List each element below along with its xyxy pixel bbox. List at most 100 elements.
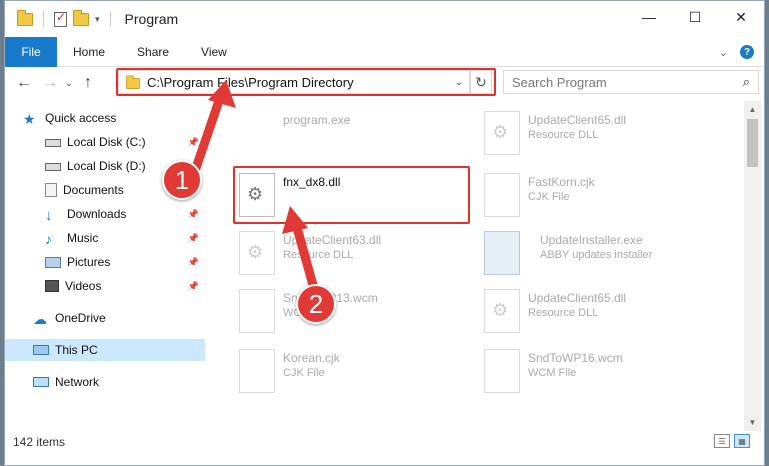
highlight-file-box <box>233 166 470 224</box>
toolbar-separator <box>109 11 111 27</box>
sidebar-item-label: Quick access <box>45 111 117 125</box>
file-item-fastkorn-cjk[interactable]: FastKorn.cjk CJK File <box>484 169 724 223</box>
documents-icon <box>45 183 57 197</box>
file-item-korean-cjk[interactable]: Korean.cjk CJK File <box>239 345 479 399</box>
quick-access-toolbar: ▾ Program <box>5 9 179 27</box>
sidebar-item-pictures[interactable]: Pictures 📌 <box>5 251 205 273</box>
sidebar-item-label: This PC <box>55 343 98 357</box>
file-name: UpdateClient65.dll <box>528 113 627 127</box>
customize-toolbar-chevron-icon[interactable]: ▾ <box>95 14 100 25</box>
new-folder-icon[interactable] <box>73 9 89 26</box>
sidebar-item-onedrive[interactable]: ☁ OneDrive <box>5 307 205 329</box>
tab-view[interactable]: View <box>185 45 243 59</box>
properties-icon[interactable] <box>54 10 67 27</box>
pin-icon[interactable]: 📌 <box>188 209 199 220</box>
sidebar-item-this-pc[interactable]: This PC <box>5 339 205 361</box>
window-controls: — ☐ ✕ <box>626 1 764 33</box>
file-name: SndToWP16.wcm <box>528 351 623 365</box>
pin-icon[interactable]: 📌 <box>188 137 199 148</box>
generic-file-icon <box>484 349 520 393</box>
forward-arrow-icon[interactable]: → <box>37 74 63 92</box>
sidebar-item-label: Network <box>55 375 100 389</box>
sidebar-item-music[interactable]: ♪ Music 📌 <box>5 227 205 249</box>
sidebar-item-label: OneDrive <box>55 311 106 325</box>
file-type: CJK File <box>528 191 570 203</box>
large-icons-view-icon[interactable]: ▦ <box>734 434 750 448</box>
star-icon: ★ <box>23 111 36 127</box>
scroll-up-icon[interactable]: ▲ <box>744 101 761 118</box>
drive-icon <box>45 139 61 147</box>
toolbar-separator <box>43 11 44 27</box>
ribbon-right: ⌄ ? <box>719 45 754 59</box>
tab-home[interactable]: Home <box>57 45 121 59</box>
title-bar: ▾ Program — ☐ ✕ <box>5 1 764 37</box>
sidebar-item-label: Documents <box>63 183 124 197</box>
sidebar-item-videos[interactable]: Videos 📌 <box>5 275 205 297</box>
navigation-pane: ★ Quick access Local Disk (C:) 📌 Local D… <box>5 101 205 421</box>
pin-icon[interactable]: 📌 <box>188 233 199 244</box>
search-input[interactable]: Search Program ⌕ <box>503 70 759 94</box>
generic-file-icon <box>239 349 275 393</box>
sidebar-item-label: Local Disk (C:) <box>67 135 146 149</box>
back-arrow-icon[interactable]: ← <box>11 74 37 92</box>
file-list: program.exe UpdateClient65.dll Resource … <box>209 101 744 419</box>
expand-ribbon-chevron-icon[interactable]: ⌄ <box>719 46 728 59</box>
file-name: program.exe <box>283 113 351 127</box>
sidebar-item-label: Local Disk (D:) <box>67 159 146 173</box>
file-name: Korean.cjk <box>283 351 340 365</box>
sidebar-item-label: Downloads <box>67 207 127 221</box>
file-name: UpdateClient63.dll <box>283 233 382 247</box>
file-type: Resource DLL <box>528 129 599 141</box>
file-item-updateclient65-dll[interactable]: UpdateClient65.dll Resource DLL <box>484 107 724 161</box>
close-button[interactable]: ✕ <box>718 1 764 33</box>
file-item-updateclient65-dll-2[interactable]: UpdateClient65.dll Resource DLL <box>484 285 724 339</box>
tab-file[interactable]: File <box>5 36 57 67</box>
details-view-icon[interactable]: ☰ <box>714 434 730 448</box>
cloud-icon: ☁ <box>33 311 47 327</box>
file-item-sndtowp16-wcm[interactable]: SndToWP16.wcm WCM File <box>484 345 724 399</box>
step-badge-2: 2 <box>296 284 336 324</box>
dll-file-icon <box>239 231 275 275</box>
vertical-scrollbar[interactable]: ▲ ▼ <box>744 101 761 431</box>
network-icon <box>33 377 49 387</box>
ribbon-tabs: File Home Share View ⌄ ? <box>5 36 764 67</box>
sidebar-item-local-disk-c[interactable]: Local Disk (C:) 📌 <box>5 131 205 153</box>
sidebar-item-quick-access[interactable]: ★ Quick access <box>5 107 205 129</box>
step-badge-1: 1 <box>162 160 202 200</box>
generic-file-icon <box>484 173 520 217</box>
file-item-sndtowp13-wcm[interactable]: SndToWP13.wcm WCM File <box>239 285 479 339</box>
dll-file-icon <box>484 111 520 155</box>
download-icon: ↓ <box>45 207 53 224</box>
sidebar-item-label: Music <box>67 231 99 245</box>
scroll-thumb[interactable] <box>747 119 758 167</box>
window-title: Program <box>124 11 179 27</box>
status-bar: 142 items ☰ ▦ <box>5 431 764 453</box>
file-name: UpdateClient65.dll <box>528 291 627 305</box>
music-icon: ♪ <box>45 231 52 247</box>
recent-locations-chevron-icon[interactable]: ⌄ <box>63 78 75 89</box>
search-placeholder: Search Program <box>512 74 607 90</box>
file-name: UpdateInstaller.exe <box>540 233 643 247</box>
sidebar-item-network[interactable]: Network <box>5 371 205 393</box>
help-icon[interactable]: ? <box>740 45 754 59</box>
pin-icon[interactable]: 📌 <box>188 257 199 268</box>
file-item-program-exe[interactable]: program.exe <box>239 107 479 161</box>
maximize-button[interactable]: ☐ <box>672 1 718 33</box>
drive-icon <box>45 163 61 171</box>
computer-icon <box>33 345 49 355</box>
minimize-button[interactable]: — <box>626 1 672 33</box>
pin-icon[interactable]: 📌 <box>188 281 199 292</box>
file-item-updateclient63-dll[interactable]: UpdateClient63.dll Resource DLL <box>239 227 479 281</box>
tab-share[interactable]: Share <box>121 45 185 59</box>
file-name: FastKorn.cjk <box>528 175 595 189</box>
navigation-bar: ← → ⌄ ↑ C:\Program Files\Program Directo… <box>5 67 764 99</box>
videos-icon <box>45 280 59 292</box>
file-item-updateinstaller-exe[interactable]: UpdateInstaller.exe ABBY updates install… <box>484 227 724 281</box>
item-count: 142 items <box>13 435 66 449</box>
file-type: Resource DLL <box>283 249 354 261</box>
sidebar-item-downloads[interactable]: ↓ Downloads 📌 <box>5 203 205 225</box>
up-arrow-icon[interactable]: ↑ <box>75 74 101 92</box>
scroll-down-icon[interactable]: ▼ <box>744 414 761 431</box>
view-toggle: ☰ ▦ <box>714 434 750 448</box>
sidebar-item-label: Pictures <box>67 255 111 269</box>
